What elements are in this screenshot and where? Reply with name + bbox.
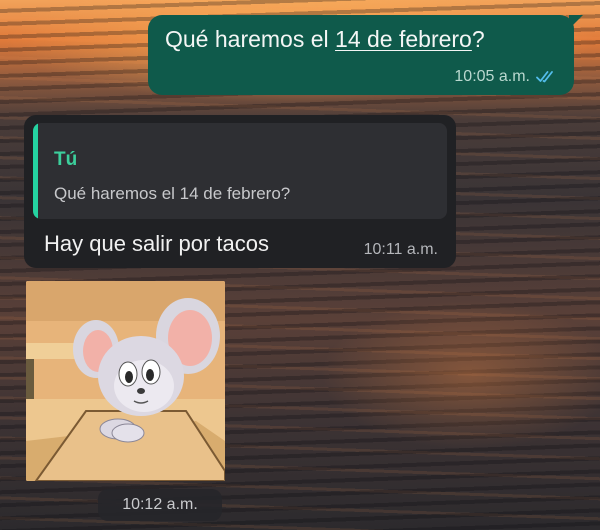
quote-accent-bar xyxy=(33,123,38,219)
message-time: 10:05 a.m. xyxy=(454,68,530,85)
outgoing-message-meta: 10:05 a.m. xyxy=(454,68,558,86)
wallpaper-glow xyxy=(320,300,600,450)
incoming-message-text: Hay que salir por tacos xyxy=(44,231,269,256)
sticker-time: 10:12 a.m. xyxy=(98,489,222,521)
quoted-author: Tú xyxy=(54,149,78,170)
message-time: 10:11 a.m. xyxy=(363,241,438,258)
quoted-message[interactable]: Tú Qué haremos el 14 de febrero? xyxy=(33,123,447,219)
sticker-image xyxy=(26,281,225,481)
bubble-tail xyxy=(569,15,583,29)
outgoing-message-bubble[interactable]: Qué haremos el 14 de febrero? 10:05 a.m. xyxy=(148,15,583,95)
double-check-read-icon xyxy=(536,71,553,83)
date-link[interactable]: 14 de febrero xyxy=(335,26,472,52)
incoming-message-bubble[interactable]: Tú Qué haremos el 14 de febrero? Hay que… xyxy=(24,115,456,268)
message-text-part: ? xyxy=(471,26,485,52)
quoted-text: Qué haremos el 14 de febrero? xyxy=(54,184,291,203)
message-text-part: Qué haremos el xyxy=(165,26,336,52)
mouse-cartoon-sticker[interactable] xyxy=(26,281,225,481)
outgoing-message-text: Qué haremos el 14 de febrero? xyxy=(165,26,485,53)
